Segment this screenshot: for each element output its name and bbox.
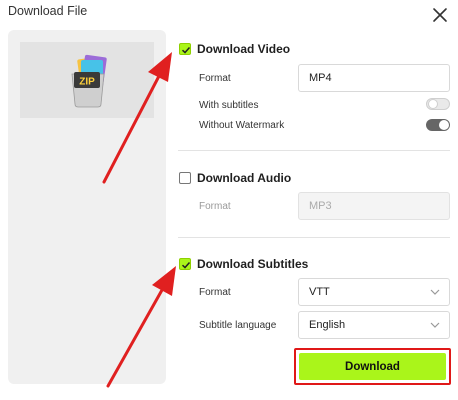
preview-thumbnail: ZIP (20, 42, 154, 118)
download-subtitles-label: Download Subtitles (197, 257, 309, 271)
subtitle-format-value: VTT (309, 286, 330, 298)
download-video-label: Download Video (197, 42, 291, 56)
audio-format-select[interactable]: MP3 (298, 192, 450, 220)
video-format-select[interactable]: MP4 (298, 64, 450, 92)
section-divider (178, 237, 450, 238)
toggle-knob (439, 120, 449, 130)
download-button-highlight: Download (294, 348, 451, 385)
with-subtitles-label: With subtitles (199, 100, 259, 111)
video-format-label: Format (199, 73, 231, 84)
close-icon[interactable] (430, 5, 450, 25)
subtitle-format-select[interactable]: VTT (298, 278, 450, 306)
with-subtitles-toggle[interactable] (426, 98, 450, 110)
download-subtitles-checkbox[interactable] (179, 258, 191, 270)
without-watermark-label: Without Watermark (199, 120, 285, 131)
download-button[interactable]: Download (299, 353, 446, 380)
subtitle-format-label: Format (199, 287, 231, 298)
video-format-value: MP4 (309, 72, 332, 84)
download-audio-checkbox[interactable] (179, 172, 191, 184)
audio-format-label: Format (199, 201, 231, 212)
chevron-down-icon (430, 289, 440, 295)
toggle-knob (428, 99, 438, 109)
section-divider (178, 150, 450, 151)
download-video-checkbox[interactable] (179, 43, 191, 55)
download-audio-label: Download Audio (197, 171, 292, 185)
zip-label: ZIP (79, 77, 95, 88)
chevron-down-icon (430, 322, 440, 328)
subtitle-language-value: English (309, 319, 346, 331)
dialog-title: Download File (8, 4, 88, 18)
subtitle-language-label: Subtitle language (199, 320, 277, 331)
subtitle-language-select[interactable]: English (298, 311, 450, 339)
zip-archive-icon: ZIP (71, 54, 107, 108)
audio-format-value: MP3 (309, 200, 332, 212)
without-watermark-toggle[interactable] (426, 119, 450, 131)
preview-panel: ZIP (8, 30, 166, 384)
